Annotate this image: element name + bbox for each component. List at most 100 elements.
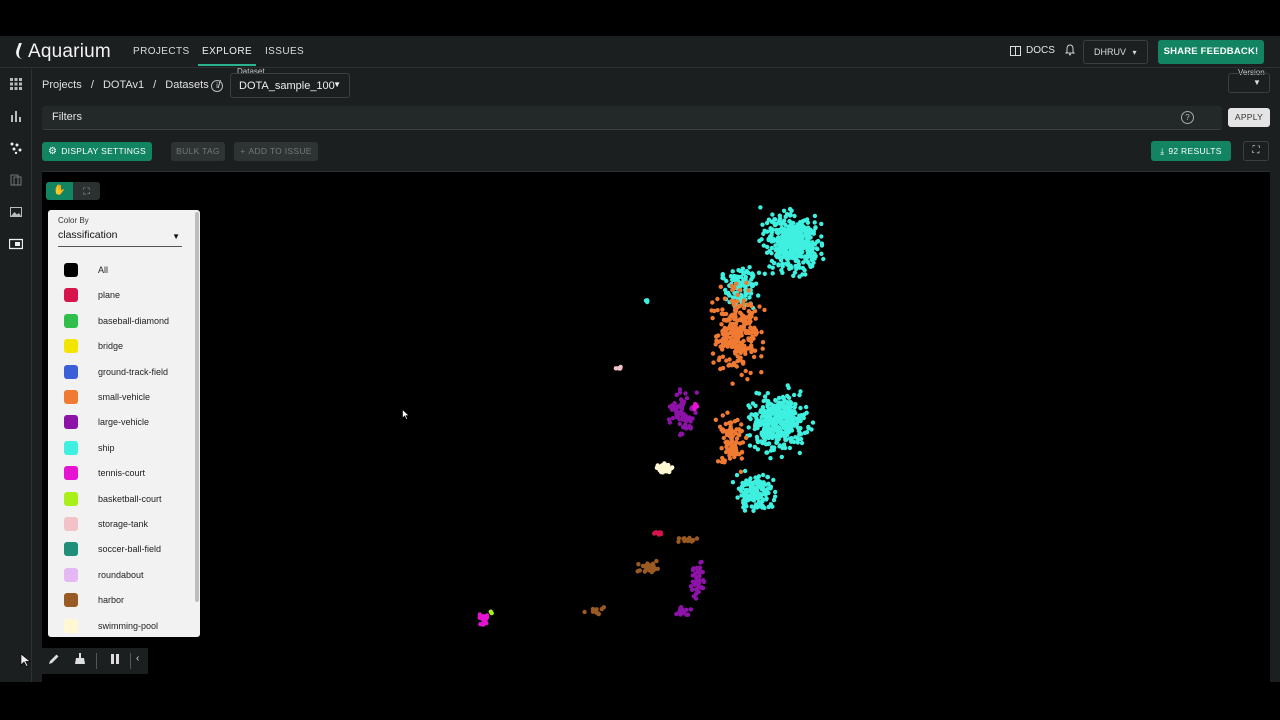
- embedding-point-small-vehicle[interactable]: [748, 370, 753, 376]
- embedding-point-ship[interactable]: [777, 213, 782, 218]
- embedding-point-small-vehicle[interactable]: [735, 417, 740, 423]
- embedding-point-ship[interactable]: [787, 206, 793, 212]
- embedding-point-ship[interactable]: [764, 418, 769, 424]
- info-icon[interactable]: i: [211, 80, 223, 92]
- embedding-point-large-vehicle[interactable]: [690, 573, 695, 578]
- embedding-point-ship[interactable]: [768, 484, 774, 489]
- embedding-point-small-vehicle[interactable]: [731, 361, 737, 366]
- embedding-point-ship[interactable]: [819, 234, 824, 239]
- embedding-point-ship[interactable]: [788, 413, 793, 418]
- share-feedback-button[interactable]: SHARE FEEDBACK!: [1158, 40, 1264, 64]
- embedding-point-ship[interactable]: [764, 496, 769, 501]
- embedding-point-ship[interactable]: [800, 272, 805, 277]
- embedding-point-ship[interactable]: [742, 468, 748, 474]
- embedding-point-small-vehicle[interactable]: [732, 454, 737, 460]
- embedding-point-small-vehicle[interactable]: [713, 417, 718, 422]
- embedding-point-ship[interactable]: [742, 284, 748, 289]
- embedding-point-small-vehicle[interactable]: [741, 338, 746, 344]
- embedding-scatter-plot[interactable]: [42, 172, 1270, 682]
- embedding-point-large-vehicle[interactable]: [680, 607, 685, 613]
- embedding-point-ship[interactable]: [787, 244, 792, 250]
- embedding-point-harbor[interactable]: [691, 537, 696, 543]
- embedding-point-small-vehicle[interactable]: [722, 296, 728, 301]
- embedding-point-ship[interactable]: [819, 241, 825, 246]
- embedding-point-ship[interactable]: [794, 265, 799, 270]
- embedding-point-small-vehicle[interactable]: [725, 410, 730, 415]
- embedding-point-small-vehicle[interactable]: [732, 316, 737, 322]
- embedding-point-ship[interactable]: [776, 241, 781, 246]
- embedding-point-harbor[interactable]: [645, 566, 650, 571]
- embedding-point-small-vehicle[interactable]: [749, 310, 755, 316]
- embedding-point-small-vehicle[interactable]: [740, 361, 746, 366]
- embedding-point-large-vehicle[interactable]: [694, 390, 699, 395]
- embedding-point-small-vehicle[interactable]: [729, 420, 734, 426]
- embedding-point-ship[interactable]: [764, 250, 770, 255]
- embedding-point-ship[interactable]: [821, 256, 826, 262]
- embedding-point-ship[interactable]: [747, 265, 752, 270]
- embedding-point-ship[interactable]: [792, 405, 797, 410]
- display-settings-button[interactable]: ⚙ DISPLAY SETTINGS: [42, 142, 152, 161]
- embedding-point-ship[interactable]: [799, 440, 805, 446]
- document-icon[interactable]: [9, 174, 23, 188]
- embedding-point-small-vehicle[interactable]: [748, 325, 753, 330]
- embedding-point-ship[interactable]: [776, 395, 782, 401]
- embedding-point-ship[interactable]: [810, 420, 816, 425]
- embedding-point-small-vehicle[interactable]: [735, 292, 740, 298]
- embedding-point-ship[interactable]: [756, 293, 761, 298]
- embedding-point-tennis-court[interactable]: [483, 616, 489, 622]
- embedding-point-small-vehicle[interactable]: [734, 281, 739, 286]
- embedding-point-small-vehicle[interactable]: [734, 427, 739, 432]
- embedding-point-small-vehicle[interactable]: [739, 456, 744, 461]
- user-menu-button[interactable]: DHRUV ▾: [1083, 40, 1148, 64]
- embedding-point-small-vehicle[interactable]: [730, 381, 735, 386]
- embedding-point-ship[interactable]: [807, 262, 813, 268]
- embedding-point-ship[interactable]: [773, 419, 778, 425]
- embedding-point-large-vehicle[interactable]: [683, 391, 688, 396]
- embedding-point-ship[interactable]: [762, 271, 767, 276]
- embedding-point-large-vehicle[interactable]: [701, 579, 707, 584]
- embedding-point-ship[interactable]: [776, 235, 781, 240]
- embedding-point-ship[interactable]: [757, 418, 763, 423]
- embedding-point-ship[interactable]: [750, 484, 755, 489]
- embedding-point-ship[interactable]: [806, 241, 811, 246]
- embedding-point-ship[interactable]: [798, 405, 803, 411]
- embedding-point-small-vehicle[interactable]: [733, 308, 739, 313]
- embedding-point-small-vehicle[interactable]: [741, 298, 747, 303]
- embedding-point-ship[interactable]: [755, 447, 761, 452]
- embedding-point-ship[interactable]: [746, 403, 751, 408]
- embedding-point-ship[interactable]: [814, 246, 819, 251]
- breadcrumb-projects[interactable]: Projects: [42, 79, 82, 91]
- embedding-point-ship[interactable]: [762, 505, 767, 511]
- embedding-point-large-vehicle[interactable]: [674, 406, 679, 412]
- embedding-point-ship[interactable]: [735, 495, 740, 500]
- embedding-point-ship[interactable]: [769, 258, 775, 264]
- embedding-point-small-vehicle[interactable]: [740, 440, 746, 445]
- embedding-point-ship[interactable]: [769, 245, 775, 251]
- embedding-point-ship[interactable]: [768, 456, 773, 461]
- embedding-point-ship[interactable]: [790, 241, 795, 246]
- embedding-point-small-vehicle[interactable]: [739, 318, 744, 323]
- embedding-point-ship[interactable]: [775, 439, 780, 444]
- embedding-point-ship[interactable]: [769, 429, 775, 434]
- embedding-point-ship[interactable]: [810, 249, 815, 254]
- embedding-point-ship[interactable]: [770, 504, 775, 509]
- embedding-point-small-vehicle[interactable]: [743, 368, 748, 374]
- nav-projects[interactable]: PROJECTS: [133, 46, 190, 57]
- embedding-point-harbor[interactable]: [686, 538, 692, 543]
- chevron-left-icon[interactable]: ‹: [136, 653, 139, 664]
- embedding-point-ship[interactable]: [720, 275, 725, 281]
- embedding-point-ship[interactable]: [801, 240, 806, 245]
- embedding-point-small-vehicle[interactable]: [719, 311, 724, 316]
- embedding-point-small-vehicle[interactable]: [720, 427, 726, 432]
- embedding-point-ship[interactable]: [779, 225, 784, 231]
- embedding-point-large-vehicle[interactable]: [688, 425, 694, 430]
- embedding-point-small-vehicle[interactable]: [714, 338, 719, 343]
- embedding-point-storage-tank[interactable]: [618, 364, 623, 370]
- embedding-point-ship[interactable]: [802, 412, 807, 417]
- embedding-point-ship[interactable]: [769, 251, 774, 256]
- embedding-point-small-vehicle[interactable]: [732, 337, 737, 343]
- embedding-point-harbor[interactable]: [582, 609, 587, 615]
- embedding-point-swimming-pool[interactable]: [665, 465, 670, 470]
- embedding-point-basketball-court[interactable]: [489, 610, 494, 616]
- nav-issues[interactable]: ISSUES: [265, 46, 304, 57]
